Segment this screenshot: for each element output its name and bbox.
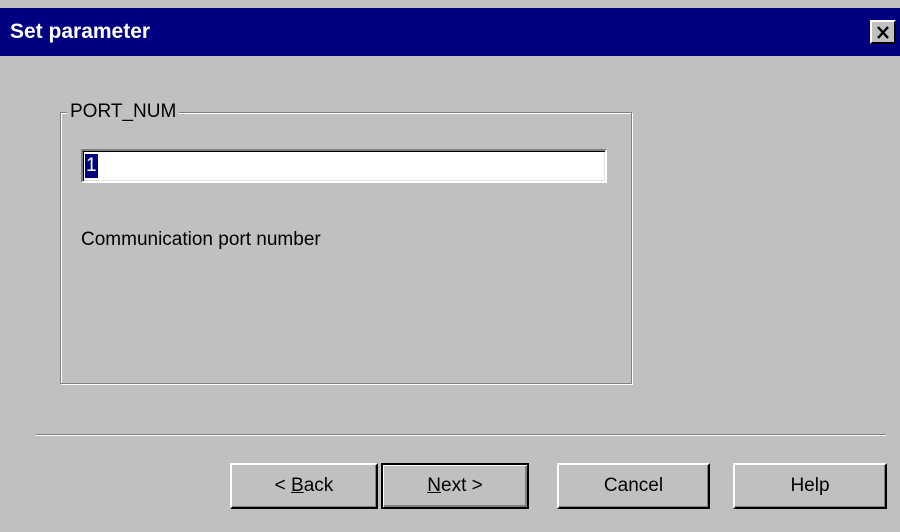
set-parameter-dialog: Set parameter PORT_NUM 1 Communication p… [0,0,900,532]
next-button-mnemonic: N [427,475,441,496]
parameter-description: Communication port number [81,229,321,250]
back-button-label-rest: ack [303,475,334,496]
help-button[interactable]: Help [733,463,887,509]
parameter-value-selected-text: 1 [85,154,98,178]
parameter-value-input[interactable]: 1 [81,149,607,183]
title-bar[interactable]: Set parameter [0,8,900,56]
next-button-label-rest: ext > [441,475,483,496]
back-button[interactable]: < Back [230,463,378,509]
parameter-name-label: PORT_NUM [67,99,180,125]
close-button[interactable] [870,20,896,44]
help-button-label: Help [790,475,830,496]
cancel-button-label: Cancel [603,475,664,496]
back-button-mnemonic: B [291,475,304,496]
back-button-prefix: < [274,475,292,496]
separator-line [36,434,886,436]
next-button[interactable]: Next > [381,463,529,509]
parameter-groupbox: PORT_NUM 1 Communication port number [60,99,632,384]
cancel-button[interactable]: Cancel [557,463,710,509]
close-icon [876,25,890,39]
window-title: Set parameter [10,20,151,43]
